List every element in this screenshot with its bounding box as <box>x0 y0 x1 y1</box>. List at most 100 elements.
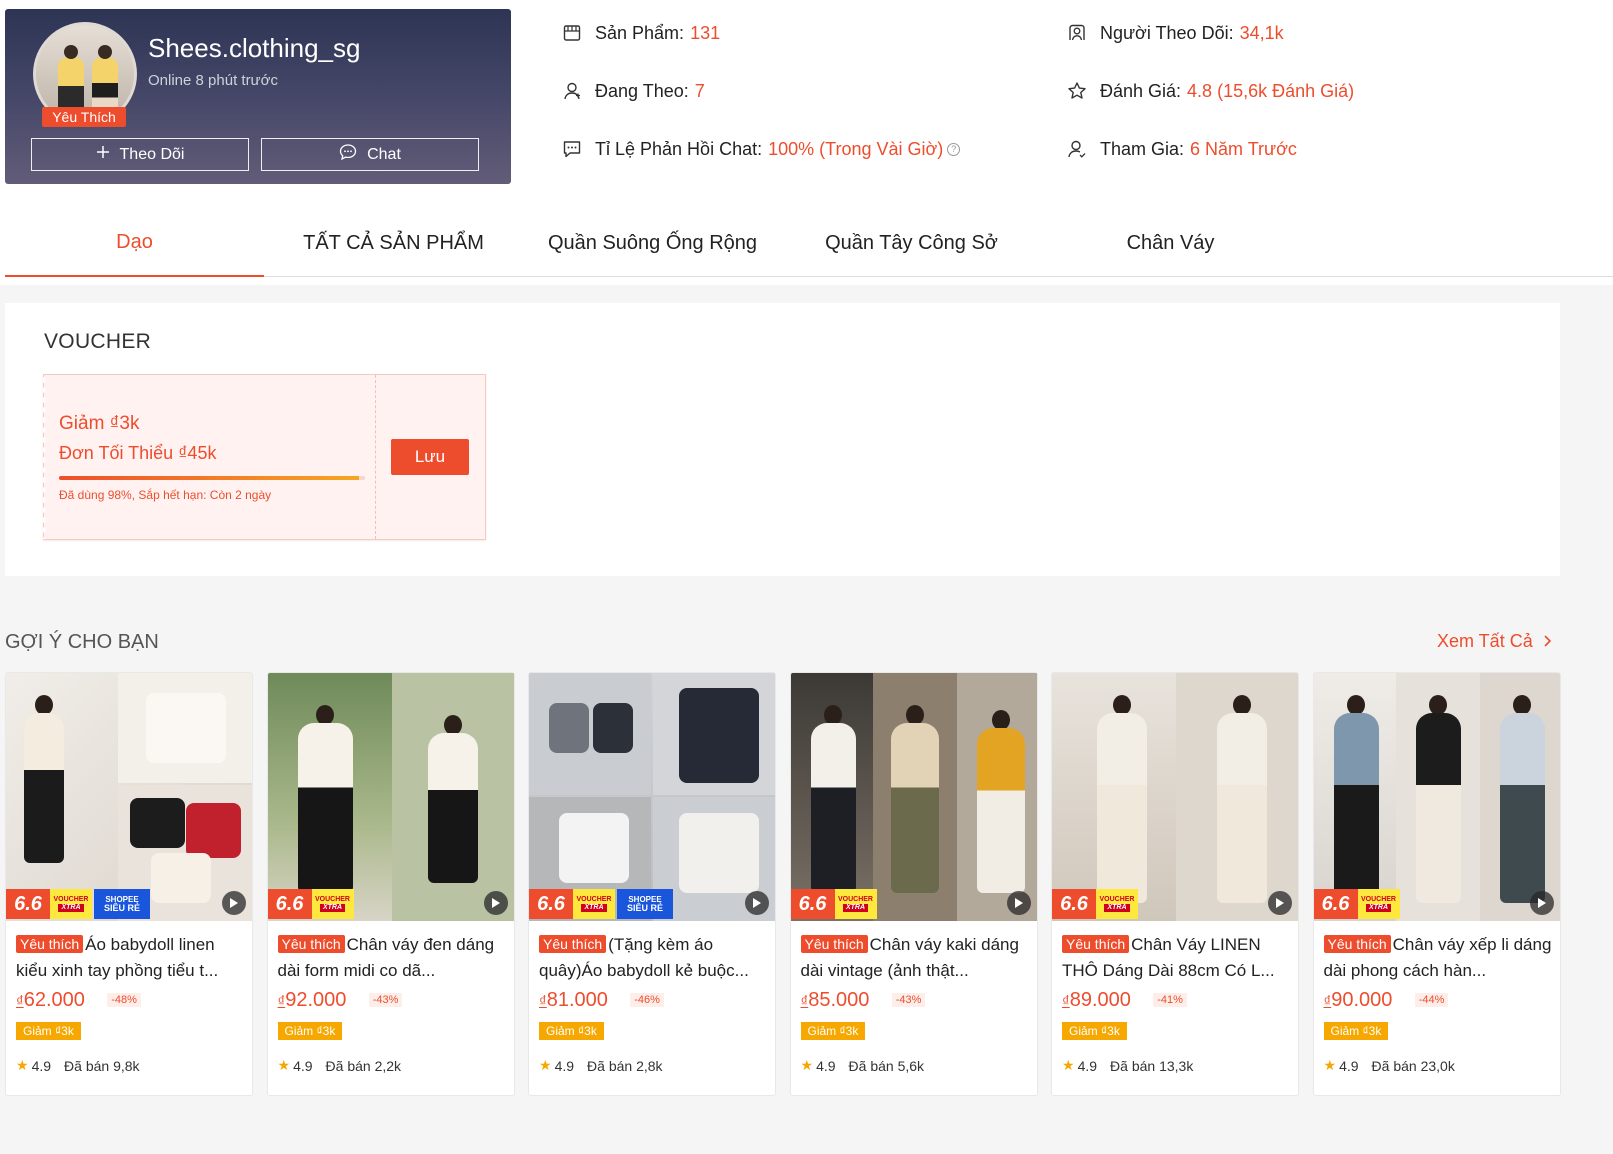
sold-count: Đã bán 9,8k <box>64 1057 140 1074</box>
video-play-icon[interactable] <box>1529 891 1554 915</box>
online-status: Online 8 phút trước <box>148 72 278 89</box>
shopee-sieu-re-badge: SHOPEE SIÊU RẺ <box>617 889 673 919</box>
voucher-xtra-badge: VOUCHER XTRA <box>573 889 615 919</box>
product-card[interactable]: 6.6 VOUCHER XTRA Yêu thích Chân Váy LINEN T… <box>1051 672 1299 1096</box>
voucher-tag: Giảm ₫3k <box>539 1022 604 1040</box>
product-rating: ★ 4.9 Đã bán 5,6k <box>800 1057 925 1074</box>
favorite-tag: Yêu thích <box>1062 935 1130 953</box>
voucher-tag: Giảm ₫3k <box>800 1022 866 1040</box>
discount-badge: -46% <box>630 993 664 1007</box>
shop-name: Shees.clothing_sg <box>148 33 361 63</box>
chat-bubble-icon <box>339 143 357 166</box>
products-count: 131 <box>690 22 721 43</box>
product-price: ₫90.000 <box>1323 989 1393 1011</box>
person-check-icon <box>1066 138 1088 160</box>
sold-count: Đã bán 2,2k <box>325 1057 402 1074</box>
product-price: ₫92.000 <box>277 989 347 1011</box>
sold-count: Đã bán 2,8k <box>587 1057 663 1074</box>
product-name[interactable]: Yêu thích Chân váy đen dáng dài form midi… <box>277 932 508 984</box>
voucher-tag: Giảm ₫3k <box>1323 1022 1389 1040</box>
product-name[interactable]: Yêu thích Chân Váy LINEN THÔ Dáng Dài 88c… <box>1062 932 1292 984</box>
see-all-link[interactable]: Xem Tất Cả <box>1437 631 1554 652</box>
product-card[interactable]: 6.6 VOUCHER XTRA SHOPEE SIÊU RẺ Yêu thích Áo … <box>5 672 253 1096</box>
product-image[interactable]: 6.6 VOUCHER XTRA <box>267 673 514 921</box>
sale-66-badge: 6.6 <box>267 889 312 919</box>
tab-all-products[interactable]: TẤT CẢ SẢN PHẨM <box>264 209 523 277</box>
help-icon[interactable]: ? <box>947 142 961 156</box>
stat-joined: Tham Gia: 6 Năm Trước <box>1066 138 1297 160</box>
following-count: 7 <box>694 80 705 101</box>
suggest-title: GỢI Ý CHO BẠN <box>5 631 159 653</box>
discount-badge: -43% <box>891 993 926 1007</box>
tab-wide-leg-pants[interactable]: Quần Suông Ống Rộng <box>523 209 782 277</box>
voucher-tag: Giảm ₫3k <box>1062 1022 1127 1040</box>
voucher-xtra-badge: VOUCHER XTRA <box>1357 889 1400 919</box>
star-icon: ★ <box>539 1057 552 1073</box>
star-icon: ★ <box>800 1057 814 1073</box>
sale-66-badge: 6.6 <box>1052 889 1096 919</box>
voucher-xtra-badge: VOUCHER XTRA <box>50 889 92 919</box>
video-play-icon[interactable] <box>745 891 769 915</box>
product-rating: ★ 4.9 Đã bán 13,3k <box>1062 1057 1194 1074</box>
voucher-min-order: Đơn Tối Thiểu ₫45k <box>59 443 217 463</box>
followers-count: 34,1k <box>1239 22 1284 43</box>
follow-button[interactable]: Theo Dõi <box>31 138 249 171</box>
product-card[interactable]: 6.6 VOUCHER XTRA Yêu thích Chân váy xếp li … <box>1312 672 1561 1096</box>
shopee-sieu-re-badge: SHOPEE SIÊU RẺ <box>94 889 150 919</box>
tab-office-trousers[interactable]: Quần Tây Công Sở <box>782 209 1041 277</box>
product-name[interactable]: Yêu thích (Tặng kèm áo quây)Áo babydoll k… <box>539 932 769 984</box>
product-image[interactable]: 6.6 VOUCHER XTRA SHOPEE SIÊU RẺ <box>529 673 775 921</box>
voucher-tag: Giảm ₫3k <box>16 1022 81 1040</box>
video-play-icon[interactable] <box>222 891 246 915</box>
product-card[interactable]: 6.6 VOUCHER XTRA Yêu thích Chân váy kaki dá… <box>789 672 1038 1096</box>
chat-button[interactable]: Chat <box>261 138 479 171</box>
sale-66-badge: 6.6 <box>529 889 573 919</box>
product-image[interactable]: 6.6 VOUCHER XTRA SHOPEE SIÊU RẺ <box>6 673 252 921</box>
sale-66-badge: 6.6 <box>1313 889 1358 919</box>
product-rating: ★ 4.9 Đã bán 9,8k <box>16 1057 140 1074</box>
joined-value: 6 Năm Trước <box>1190 138 1297 159</box>
product-name[interactable]: Yêu thích Chân váy kaki dáng dài vintage … <box>800 932 1031 984</box>
product-image[interactable]: 6.6 VOUCHER XTRA <box>790 673 1037 921</box>
star-icon: ★ <box>277 1057 291 1073</box>
sold-count: Đã bán 23,0k <box>1371 1057 1455 1074</box>
voucher-amount: Giảm ₫3k <box>59 413 140 434</box>
star-icon: ★ <box>1323 1057 1337 1073</box>
product-image[interactable]: 6.6 VOUCHER XTRA <box>1052 673 1298 921</box>
product-name[interactable]: Yêu thích Áo babydoll linen kiểu xinh tay… <box>16 932 246 984</box>
favorite-shop-badge: Yêu Thích <box>42 107 126 127</box>
shop-header-area: Yêu Thích Shees.clothing_sg Online 8 phú… <box>0 0 1613 285</box>
favorite-tag: Yêu thích <box>539 935 607 953</box>
star-outline-icon <box>1066 80 1088 102</box>
chat-rate-icon <box>561 138 583 160</box>
voucher-xtra-badge: VOUCHER XTRA <box>311 889 354 919</box>
shop-tabs: Dạo TẤT CẢ SẢN PHẨM Quần Suông Ống Rộng … <box>5 209 1613 277</box>
follow-label: Theo Dõi <box>119 145 185 163</box>
discount-badge: -43% <box>368 993 403 1007</box>
followers-icon <box>1066 22 1088 44</box>
chat-rate-value: 100% (Trong Vài Giờ) <box>768 138 944 159</box>
voucher-xtra-badge: VOUCHER XTRA <box>834 889 877 919</box>
product-image[interactable]: 6.6 VOUCHER XTRA <box>1313 673 1560 921</box>
voucher-section-title: VOUCHER <box>44 330 152 353</box>
product-name[interactable]: Yêu thích Chân váy xếp li dáng dài phong … <box>1323 932 1554 984</box>
sale-66-badge: 6.6 <box>6 889 50 919</box>
voucher-card: Giảm ₫3k Đơn Tối Thiểu ₫45k Đã dùng 98%,… <box>43 374 486 540</box>
chevron-right-icon <box>1538 631 1554 651</box>
video-play-icon[interactable] <box>1006 891 1031 915</box>
video-play-icon[interactable] <box>483 891 508 915</box>
save-voucher-button[interactable]: Lưu <box>391 439 469 475</box>
sale-66-badge: 6.6 <box>790 889 835 919</box>
tab-skirts[interactable]: Chân Váy <box>1041 209 1300 277</box>
stat-followers: Người Theo Dõi: 34,1k <box>1066 22 1284 44</box>
product-price: ₫62.000 <box>16 989 85 1011</box>
sold-count: Đã bán 13,3k <box>1110 1057 1194 1074</box>
voucher-tag: Giảm ₫3k <box>277 1022 343 1040</box>
sold-count: Đã bán 5,6k <box>848 1057 925 1074</box>
tab-dao[interactable]: Dạo <box>5 209 264 277</box>
video-play-icon[interactable] <box>1268 891 1292 915</box>
product-card[interactable]: 6.6 VOUCHER XTRA Yêu thích Chân váy đen dán… <box>266 672 515 1096</box>
store-icon <box>561 22 583 44</box>
stat-products: Sản Phẩm: 131 <box>561 22 720 44</box>
product-card[interactable]: 6.6 VOUCHER XTRA SHOPEE SIÊU RẺ Yêu thích (Tặ… <box>528 672 776 1096</box>
